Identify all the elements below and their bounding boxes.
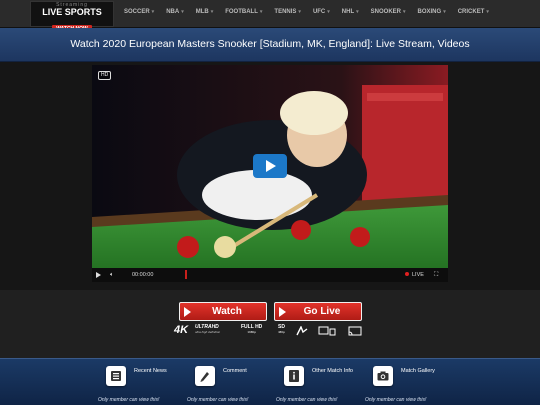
nav-item-ufc[interactable]: UFC ▾ [307, 0, 336, 28]
format-4k: 4K [174, 324, 189, 336]
chevron-down-icon: ▾ [356, 9, 359, 15]
news-icon [106, 366, 126, 386]
format-fhd: FULL HD 1080p [241, 324, 263, 335]
page-title: Watch 2020 European Masters Snooker [Sta… [70, 38, 470, 50]
live-dot-icon [405, 272, 409, 276]
logo-main-text: LIVE SPORTS [42, 7, 102, 17]
member-only-note: Only member can view this! [276, 397, 338, 403]
volume-icon[interactable]: 🔈︎ [110, 271, 114, 279]
member-only-note: Only member can view this! [187, 397, 249, 403]
features-bar: Recent News Only member can view this! C… [0, 358, 540, 405]
nav-item-tennis[interactable]: TENNIS ▾ [268, 0, 307, 28]
chevron-down-icon: ▾ [486, 9, 489, 15]
time-display: 00:00:00 [132, 272, 154, 278]
nav-menu: SOCCER ▾ NBA ▾ MLB ▾ FOOTBALL ▾ TENNIS ▾ UFC ▾… [118, 0, 495, 28]
chevron-down-icon: ▾ [151, 9, 155, 15]
top-nav: Streaming LIVE SPORTS WATCH NOW SOCCER▾ … [0, 0, 540, 33]
video-player[interactable]: HD 🔈︎ 00:00:00 LIVE ⛶ [92, 65, 448, 282]
format-badges: 4K ULTRAHD ultra high definition FULL HD 1… [172, 325, 372, 339]
cast-icon [348, 326, 362, 336]
player-controls: 🔈︎ 00:00:00 LIVE ⛶ [92, 268, 448, 282]
player-area: HD 🔈︎ 00:00:00 LIVE ⛶ [0, 62, 540, 290]
play-icon[interactable] [253, 154, 287, 178]
watch-button[interactable]: Watch [179, 302, 267, 321]
format-sd: SD 480p [278, 324, 285, 335]
chevron-down-icon: ▾ [259, 9, 263, 15]
live-indicator: LIVE [405, 271, 424, 279]
chevron-down-icon: ▾ [403, 9, 406, 15]
progress-handle[interactable] [185, 270, 187, 279]
comment-icon [195, 366, 215, 386]
tv-antenna-icon [296, 326, 308, 336]
chevron-down-icon: ▾ [443, 9, 446, 15]
nav-item-soccer[interactable]: SOCCER ▾ [118, 0, 160, 28]
member-only-note: Only member can view this! [365, 397, 427, 403]
nav-item-nhl[interactable]: NHL ▾ [336, 0, 365, 28]
info-icon [284, 366, 304, 386]
feature-comment[interactable]: Comment Only member can view this! [187, 359, 285, 405]
title-bar: Watch 2020 European Masters Snooker [Sta… [0, 28, 540, 62]
go-live-button[interactable]: Go Live [274, 302, 362, 321]
nav-item-cricket[interactable]: CRICKET ▾ [452, 0, 495, 28]
chevron-down-icon: ▾ [298, 9, 301, 15]
nav-item-boxing[interactable]: BOXING ▾ [412, 0, 452, 28]
hd-badge: HD [98, 71, 112, 80]
nav-item-football[interactable]: FOOTBALL ▾ [219, 0, 268, 28]
chevron-down-icon: ▾ [327, 9, 330, 15]
site-logo[interactable]: Streaming LIVE SPORTS WATCH NOW [30, 1, 114, 33]
member-only-note: Only member can view this! [98, 397, 160, 403]
nav-item-mlb[interactable]: MLB ▾ [190, 0, 220, 28]
nav-item-snooker[interactable]: SNOOKER ▾ [365, 0, 412, 28]
play-button[interactable] [96, 272, 101, 278]
feature-recent-news[interactable]: Recent News Only member can view this! [98, 359, 196, 405]
cta-area: Watch Go Live 4K ULTRAHD ultra high defin… [0, 290, 540, 358]
fullscreen-icon[interactable]: ⛶ [434, 271, 438, 279]
chevron-down-icon: ▾ [181, 9, 184, 15]
nav-item-nba[interactable]: NBA ▾ [160, 0, 190, 28]
feature-other-match-info[interactable]: Other Match Info Only member can view th… [276, 359, 374, 405]
camera-icon [373, 366, 393, 386]
feature-match-gallery[interactable]: Match Gallery Only member can view this! [365, 359, 463, 405]
devices-icon [318, 326, 336, 336]
chevron-down-icon: ▾ [210, 9, 214, 15]
format-uhd: ULTRAHD ultra high definition [195, 324, 221, 335]
